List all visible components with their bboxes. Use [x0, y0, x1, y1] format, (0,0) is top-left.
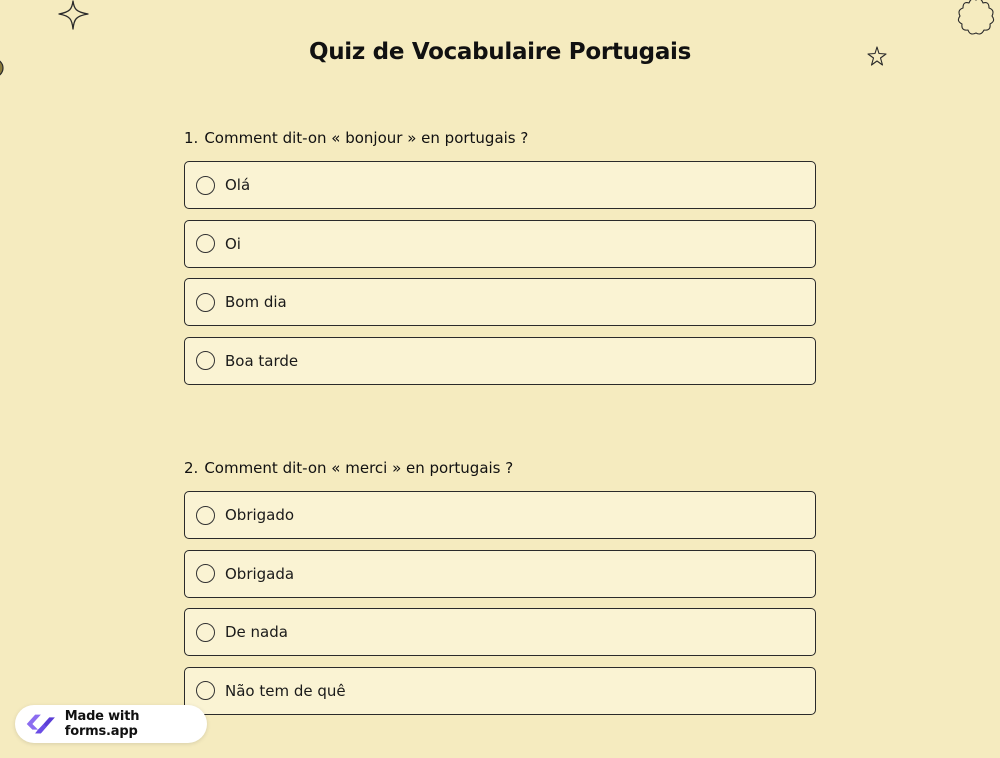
- forms-app-logo-icon: [26, 714, 55, 734]
- option-de-nada[interactable]: De nada: [184, 608, 816, 656]
- question-1-text: 1. Comment dit-on « bonjour » en portuga…: [184, 128, 816, 148]
- option-oi[interactable]: Oi: [184, 219, 816, 268]
- radio-button[interactable]: [196, 292, 215, 312]
- option-label: Boa tarde: [225, 351, 299, 370]
- radio-button[interactable]: [196, 681, 215, 700]
- question-2-number: 2.: [184, 459, 199, 477]
- sparkle-icon: [58, 0, 89, 30]
- option-label: Bom dia: [225, 293, 287, 311]
- option-label: Obrigado: [225, 506, 295, 524]
- question-1: 1. Comment dit-on « bonjour » en portuga…: [184, 128, 816, 395]
- radio-button[interactable]: [196, 622, 215, 642]
- option-nao-tem-de-que[interactable]: Não tem de quê: [184, 666, 816, 715]
- question-1-number: 1.: [184, 129, 199, 147]
- page-title: Quiz de Vocabulaire Portugais: [308, 39, 692, 65]
- option-label: Não tem de quê: [225, 681, 346, 700]
- radio-button[interactable]: [196, 505, 215, 525]
- option-obrigado[interactable]: Obrigado: [184, 491, 816, 539]
- question-2-options: Obrigado Obrigada De nada Não tem de quê: [184, 491, 816, 715]
- flower-icon: [957, 0, 995, 35]
- radio-button[interactable]: [196, 234, 215, 253]
- badge-label: Made with forms.app: [64, 709, 140, 739]
- question-2-label: Comment dit-on « merci » en portugais ?: [204, 459, 514, 477]
- option-obrigada[interactable]: Obrigada: [184, 549, 816, 598]
- question-1-label: Comment dit-on « bonjour » en portugais …: [204, 129, 529, 147]
- radio-button[interactable]: [196, 175, 215, 195]
- option-ola[interactable]: Olá: [184, 161, 816, 209]
- option-bom-dia[interactable]: Bom dia: [184, 278, 816, 326]
- made-with-forms-app-badge[interactable]: Made with forms.app: [15, 705, 207, 743]
- radio-button[interactable]: [196, 351, 215, 370]
- option-label: Oi: [225, 234, 241, 253]
- question-1-options: Olá Oi Bom dia Boa tarde: [184, 161, 816, 385]
- option-label: Olá: [225, 176, 251, 194]
- option-boa-tarde[interactable]: Boa tarde: [184, 336, 816, 385]
- radio-button[interactable]: [196, 564, 215, 583]
- question-2: 2. Comment dit-on « merci » en portugais…: [184, 458, 816, 725]
- question-2-text: 2. Comment dit-on « merci » en portugais…: [184, 458, 816, 478]
- option-label: Obrigada: [225, 564, 295, 583]
- option-label: De nada: [225, 623, 288, 641]
